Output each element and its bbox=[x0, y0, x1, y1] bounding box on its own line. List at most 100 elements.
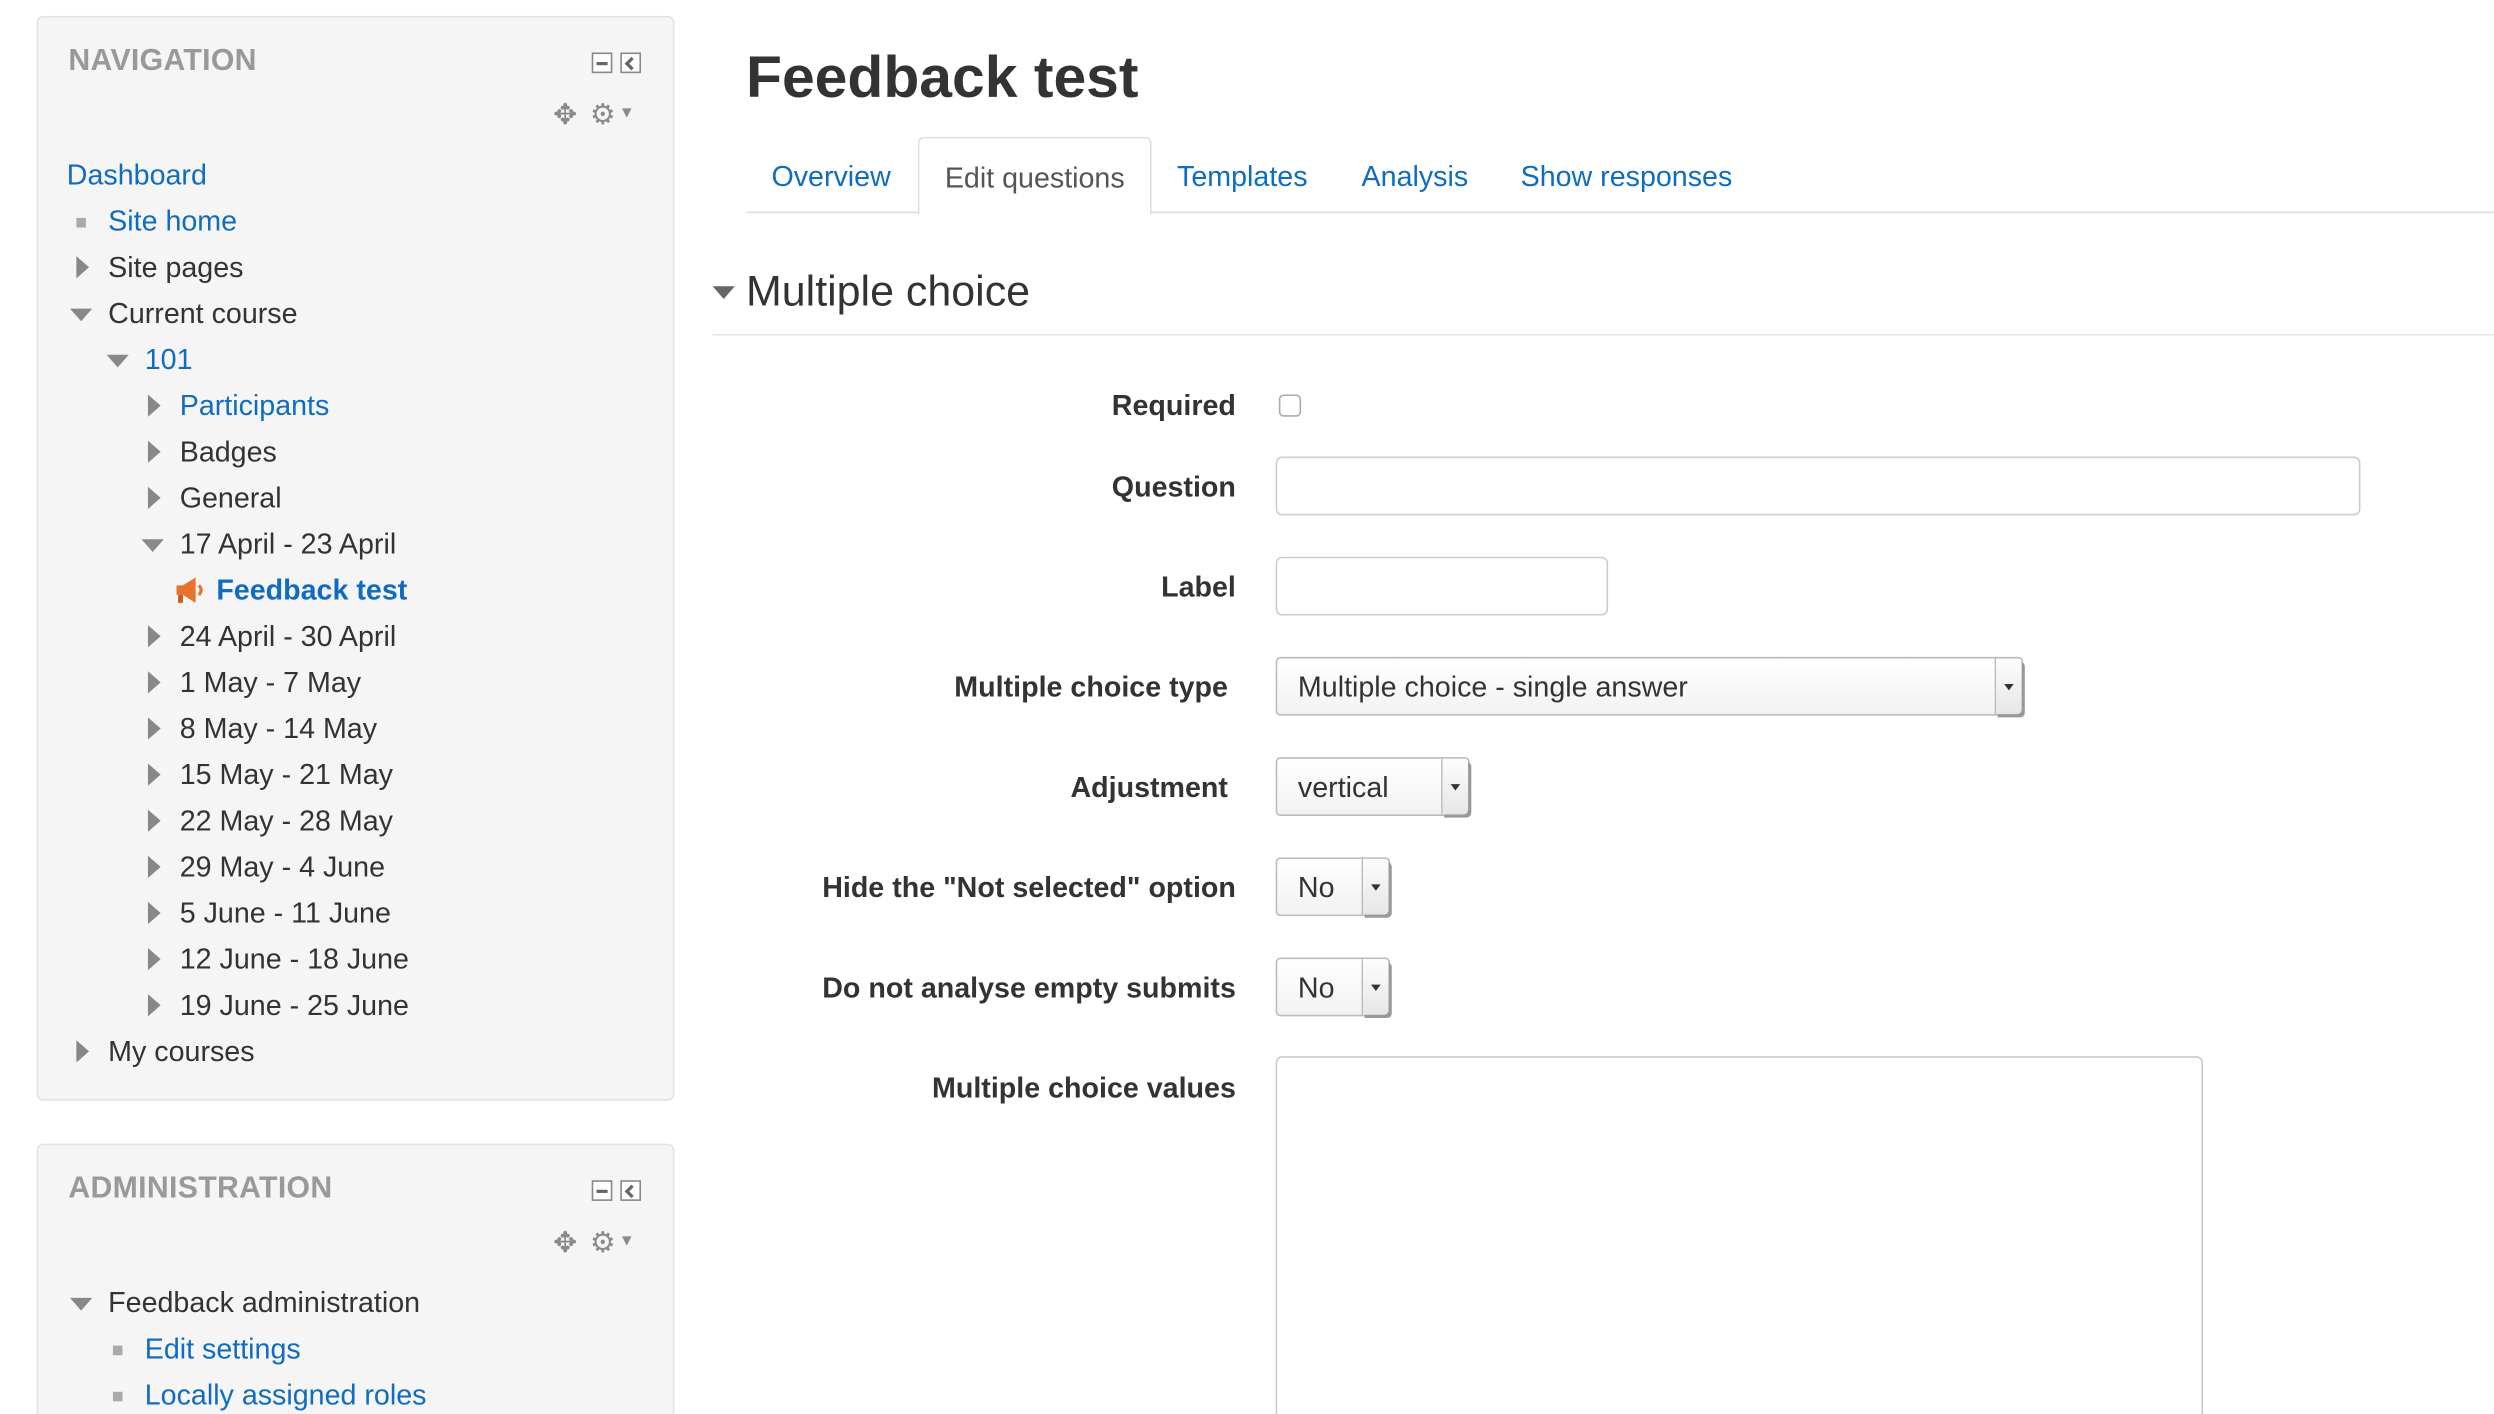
nav-course[interactable]: 101 bbox=[145, 337, 193, 383]
navigation-title: NAVIGATION bbox=[68, 44, 257, 78]
collapse-icon[interactable] bbox=[712, 286, 735, 300]
nav-feedback-test[interactable]: Feedback test bbox=[216, 568, 407, 614]
expand-icon[interactable] bbox=[147, 717, 161, 740]
admin-feedback-administration[interactable]: Feedback administration bbox=[108, 1280, 420, 1326]
nav-week[interactable]: 15 May - 21 May bbox=[180, 752, 393, 798]
question-label: Question bbox=[1111, 470, 1236, 503]
dock-icon[interactable] bbox=[620, 1180, 642, 1201]
nav-week-label: 8 May - 14 May bbox=[179, 712, 378, 745]
collapse-icon[interactable] bbox=[106, 354, 129, 368]
nav-participants-link[interactable]: Participants bbox=[180, 390, 330, 422]
bullet-icon bbox=[76, 217, 86, 228]
nav-general-label: General bbox=[179, 481, 282, 514]
no-analyse-empty-value: No bbox=[1297, 971, 1335, 1004]
nav-feedback-test-link[interactable]: Feedback test bbox=[216, 574, 407, 606]
chevron-down-icon[interactable] bbox=[1361, 959, 1389, 1015]
mc-values-label: Multiple choice values bbox=[931, 1072, 1236, 1104]
tab-analysis[interactable]: Analysis bbox=[1336, 137, 1494, 213]
minimize-icon[interactable] bbox=[591, 52, 613, 74]
nav-week[interactable]: 24 April - 30 April bbox=[180, 614, 396, 660]
nav-my-courses[interactable]: My courses bbox=[108, 1029, 254, 1075]
collapse-icon[interactable] bbox=[141, 539, 164, 552]
nav-course-link[interactable]: 101 bbox=[145, 344, 193, 376]
gear-icon[interactable]: ⚙ bbox=[590, 100, 616, 129]
required-label: Required bbox=[1111, 389, 1236, 422]
gear-icon[interactable]: ⚙ bbox=[590, 1228, 616, 1257]
nav-week[interactable]: 5 June - 11 June bbox=[180, 891, 391, 937]
move-icon[interactable]: ✥ bbox=[553, 1228, 577, 1257]
adjustment-select[interactable]: vertical bbox=[1275, 757, 1470, 816]
mc-values-textarea[interactable] bbox=[1275, 1056, 2203, 1414]
nav-week[interactable]: 8 May - 14 May bbox=[180, 706, 377, 752]
tab-overview[interactable]: Overview bbox=[746, 137, 916, 213]
nav-badges[interactable]: Badges bbox=[180, 429, 277, 475]
label-input[interactable] bbox=[1275, 556, 1609, 616]
section-title: Multiple choice bbox=[745, 267, 1031, 315]
admin-edit-settings[interactable]: Edit settings bbox=[145, 1327, 301, 1373]
nav-week-label: 1 May - 7 May bbox=[179, 666, 362, 699]
administration-controls bbox=[591, 1180, 642, 1201]
expand-icon[interactable] bbox=[147, 440, 161, 463]
question-input[interactable] bbox=[1275, 456, 2361, 516]
expand-icon[interactable] bbox=[76, 1040, 90, 1063]
tab-templates[interactable]: Templates bbox=[1152, 137, 1333, 213]
move-icon[interactable]: ✥ bbox=[553, 100, 577, 129]
hide-not-selected-label: Hide the "Not selected" option bbox=[822, 871, 1236, 904]
nav-current-course-label: Current course bbox=[108, 297, 298, 330]
expand-icon[interactable] bbox=[76, 256, 90, 279]
chevron-down-icon[interactable]: ▼ bbox=[619, 106, 635, 123]
nav-week-label: 29 May - 4 June bbox=[179, 850, 386, 883]
dock-icon[interactable] bbox=[620, 52, 642, 74]
expand-icon[interactable] bbox=[147, 625, 161, 648]
nav-current-course[interactable]: Current course bbox=[108, 291, 297, 337]
nav-site-home[interactable]: Site home bbox=[108, 199, 237, 245]
label-label: Label bbox=[1161, 571, 1236, 603]
expand-icon[interactable] bbox=[147, 763, 161, 786]
nav-week[interactable]: 22 May - 28 May bbox=[180, 798, 393, 844]
admin-edit-settings-link[interactable]: Edit settings bbox=[145, 1333, 301, 1365]
expand-icon[interactable] bbox=[147, 855, 161, 879]
expand-icon[interactable] bbox=[147, 394, 161, 417]
nav-week[interactable]: 1 May - 7 May bbox=[180, 660, 361, 706]
collapse-icon[interactable] bbox=[69, 308, 93, 322]
mc-type-select[interactable]: Multiple choice - single answer bbox=[1275, 656, 2024, 716]
bullet-icon bbox=[112, 1391, 123, 1402]
nav-week-label: 19 June - 25 June bbox=[179, 989, 409, 1022]
admin-locally-assigned-roles-link[interactable]: Locally assigned roles bbox=[145, 1379, 427, 1411]
collapse-icon[interactable] bbox=[69, 1297, 93, 1311]
expand-icon[interactable] bbox=[147, 671, 161, 694]
expand-icon[interactable] bbox=[147, 994, 161, 1017]
tab-show-responses[interactable]: Show responses bbox=[1495, 137, 1758, 213]
tab-edit-questions[interactable]: Edit questions bbox=[917, 136, 1152, 215]
nav-participants[interactable]: Participants bbox=[180, 383, 330, 429]
minimize-icon[interactable] bbox=[591, 1180, 613, 1201]
page-title: Feedback test bbox=[745, 44, 1139, 110]
expand-icon[interactable] bbox=[147, 486, 161, 509]
expand-icon[interactable] bbox=[147, 901, 161, 925]
chevron-down-icon[interactable] bbox=[1994, 658, 2022, 715]
page-stage: NAVIGATION ✥ ⚙ ▼ Dashboard Site home Sit… bbox=[0, 0, 2494, 1414]
nav-dashboard[interactable]: Dashboard bbox=[67, 153, 207, 199]
nav-week-label: 5 June - 11 June bbox=[179, 897, 391, 929]
nav-site-pages[interactable]: Site pages bbox=[108, 245, 243, 291]
hide-not-selected-select[interactable]: No bbox=[1275, 857, 1391, 917]
no-analyse-empty-select[interactable]: No bbox=[1275, 957, 1391, 1017]
required-checkbox[interactable] bbox=[1278, 394, 1302, 417]
nav-week[interactable]: 29 May - 4 June bbox=[180, 845, 385, 891]
expand-icon[interactable] bbox=[147, 947, 161, 971]
administration-title: ADMINISTRATION bbox=[68, 1172, 333, 1206]
nav-week-current[interactable]: 17 April - 23 April bbox=[180, 522, 396, 568]
nav-site-home-link[interactable]: Site home bbox=[108, 205, 237, 237]
expand-icon[interactable] bbox=[147, 809, 161, 832]
section-header[interactable]: Multiple choice bbox=[712, 267, 2494, 336]
chevron-down-icon[interactable]: ▼ bbox=[619, 1234, 635, 1250]
nav-week[interactable]: 19 June - 25 June bbox=[180, 983, 409, 1029]
nav-general[interactable]: General bbox=[180, 476, 282, 522]
chevron-down-icon[interactable] bbox=[1441, 758, 1469, 815]
chevron-down-icon[interactable] bbox=[1361, 858, 1389, 915]
adjustment-value: vertical bbox=[1297, 771, 1389, 804]
mc-type-label: Multiple choice type bbox=[954, 671, 1228, 704]
nav-week[interactable]: 12 June - 18 June bbox=[180, 937, 409, 983]
nav-dashboard-link[interactable]: Dashboard bbox=[67, 159, 207, 191]
admin-locally-assigned-roles[interactable]: Locally assigned roles bbox=[145, 1373, 427, 1414]
